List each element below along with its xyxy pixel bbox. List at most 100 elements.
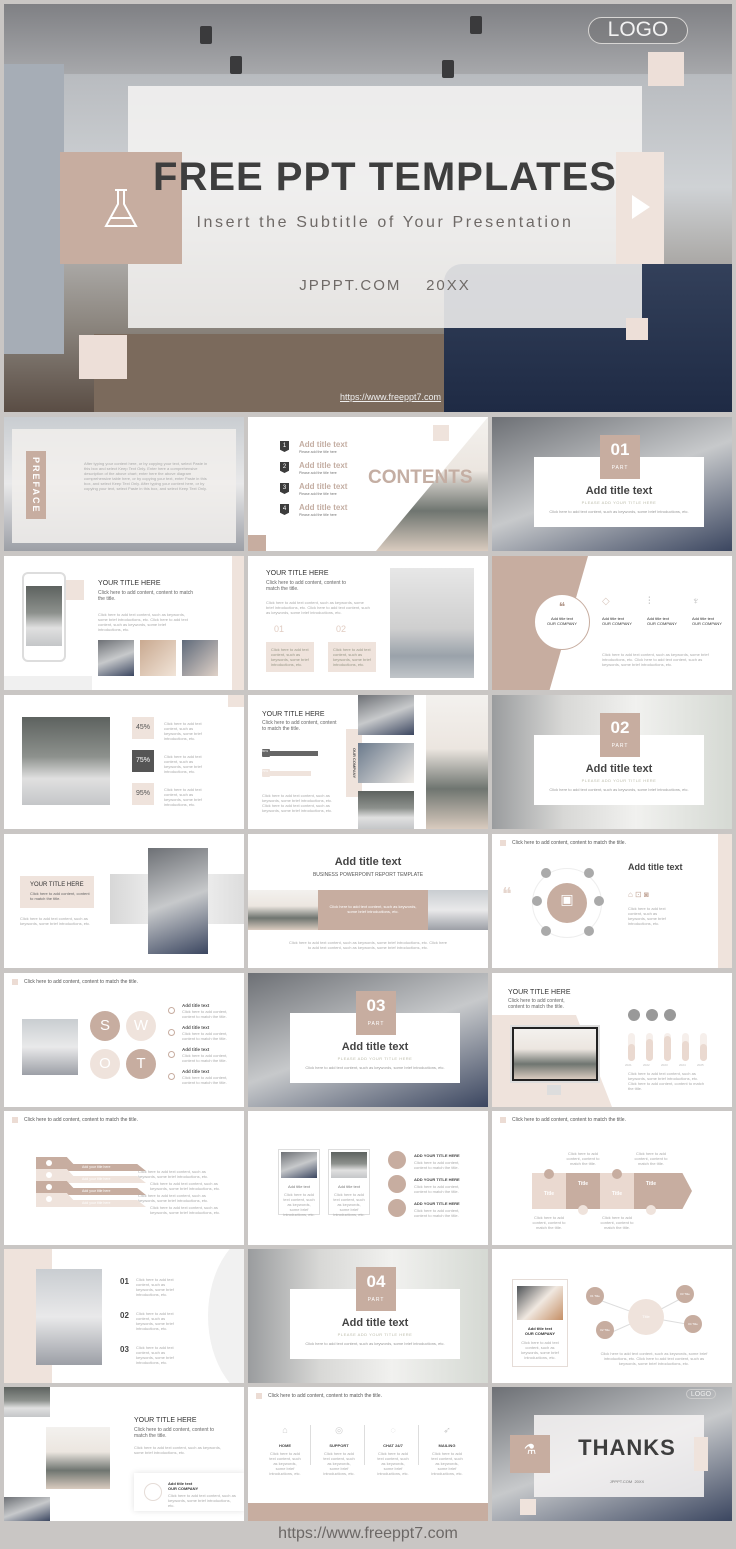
swot-circle-t: T xyxy=(126,1049,156,1079)
slide-part-03[interactable]: 03 PART Add title text PLEASE ADD YOUR TI… xyxy=(248,973,488,1107)
progress-label: 70% xyxy=(262,769,270,777)
percent-desc: Click here to add text content, such as … xyxy=(164,721,202,741)
room-photo xyxy=(148,848,208,954)
number-01: 01 xyxy=(274,624,285,634)
slide-title: YOUR TITLE HERE xyxy=(508,989,571,996)
arrow-head xyxy=(668,1173,692,1209)
slide-list3[interactable]: 01 Click here to add text content, such a… xyxy=(4,1249,244,1383)
percent-desc: Click here to add text content, such as … xyxy=(164,787,202,807)
slide-social[interactable]: Click here to add content, content to ma… xyxy=(492,834,732,968)
slide-yoga[interactable]: YOUR TITLE HERE Click here to add conten… xyxy=(4,1387,244,1521)
puzzle-icon xyxy=(578,1205,588,1215)
year: 20XX xyxy=(634,1479,645,1484)
puzzle-desc: Click here to add content, content to ma… xyxy=(532,1215,566,1230)
puzzle-piece xyxy=(566,1173,600,1209)
text-box: Click here to add text content, such as … xyxy=(266,642,314,672)
twitter-icon[interactable] xyxy=(594,896,604,906)
contents-item-title[interactable]: Add title text xyxy=(299,482,347,491)
bedroom-photo xyxy=(390,568,474,678)
slide-part-04[interactable]: 04 PART Add title text PLEASE ADD YOUR TI… xyxy=(248,1249,488,1383)
card-title: Add title text xyxy=(287,1184,310,1189)
chart-icon xyxy=(646,1009,658,1021)
header-square xyxy=(12,979,18,985)
slide-part-01[interactable]: 01 PART Add title text PLEASE ADD YOUR TI… xyxy=(492,417,732,551)
slide-collage[interactable]: YOUR TITLE HERE Click here to add conten… xyxy=(4,834,244,968)
list-desc: Click here to add text content, such as … xyxy=(136,1277,174,1297)
photo-card: Add title text Click here to add text co… xyxy=(328,1149,370,1217)
slide-company[interactable]: ❝ Add title text OUR COMPANY ◇ ⫶ ♆ Add ti… xyxy=(492,556,732,690)
arrow-label: Add your title here xyxy=(82,1201,111,1205)
item-desc: Click here to add content, content to ma… xyxy=(414,1160,460,1170)
slide-thanks[interactable]: ⚗ LOGO THANKS JPPPT.COM 20XX xyxy=(492,1387,732,1521)
service-label[interactable]: CHAT 24/7 xyxy=(370,1443,416,1448)
slide-arrows[interactable]: Click here to add content, content to ma… xyxy=(4,1111,244,1245)
slide-puzzle[interactable]: Click here to add content, content to ma… xyxy=(492,1111,732,1245)
pill-fill xyxy=(646,1039,653,1061)
card-desc: Click here to add text content, such as … xyxy=(283,1192,315,1217)
slide-part-02[interactable]: 02 PART Add title text PLEASE ADD YOUR TI… xyxy=(492,695,732,829)
service-label[interactable]: MAILING xyxy=(424,1443,470,1448)
support-icon: ◎ xyxy=(335,1425,343,1435)
text-box: Click here to add text content, such as … xyxy=(328,642,376,672)
slide-header: Click here to add content, content to ma… xyxy=(512,1117,626,1123)
monitor-stand xyxy=(547,1085,561,1095)
social-icon[interactable] xyxy=(584,926,594,936)
slide-swot[interactable]: Click here to add content, content to ma… xyxy=(4,973,244,1107)
sliders-icon: ⫶ xyxy=(648,596,651,607)
divider xyxy=(364,1425,365,1465)
slide-subtitle: Click here to add content, content to ma… xyxy=(98,590,194,602)
slide-services[interactable]: Click here to add content, content to ma… xyxy=(248,1387,488,1521)
slide-cards[interactable]: Add title text Click here to add text co… xyxy=(248,1111,488,1245)
arrow-label: Add your title here xyxy=(82,1189,111,1193)
slide-title: YOUR TITLE HERE xyxy=(30,882,84,888)
swot-item-title: Add title text xyxy=(182,1047,210,1052)
slide-header: Click here to add content, content to ma… xyxy=(24,1117,138,1123)
contents-item-title[interactable]: Add title text xyxy=(299,461,347,470)
social-icon[interactable] xyxy=(541,926,551,936)
slide-monitor[interactable]: YOUR TITLE HERE Click here to add conten… xyxy=(492,973,732,1107)
yoga-photo xyxy=(426,695,488,829)
contents-item-title[interactable]: Add title text xyxy=(299,503,347,512)
facebook-icon[interactable] xyxy=(584,868,594,878)
col-sub-text: OUR COMPANY xyxy=(692,621,722,626)
slide-phone[interactable]: YOUR TITLE HERE Click here to add conten… xyxy=(4,556,244,690)
social-icon[interactable] xyxy=(532,896,542,906)
mail-icon xyxy=(144,1483,162,1501)
social-icon[interactable] xyxy=(541,868,551,878)
slide-contents[interactable]: CONTENTS 1 Add title text Please add the t… xyxy=(248,417,488,551)
slide-progress[interactable]: YOUR TITLE HERE Click here to add conten… xyxy=(248,695,488,829)
slide-body: Click here to add text content, such as … xyxy=(628,1071,705,1091)
quote-icon: ❝ xyxy=(558,600,566,614)
bedroom-photo xyxy=(22,717,110,805)
slide-numbered[interactable]: YOUR TITLE HERE Click here to add conten… xyxy=(248,556,488,690)
slide-network[interactable]: Add title text OUR COMPANY Click here to … xyxy=(492,1249,732,1383)
slide-subtitle: BUSINESS POWERPOINT REPORT TEMPLATE xyxy=(312,872,424,878)
swot-item-title: Add title text xyxy=(182,1003,210,1008)
service-label[interactable]: HOME xyxy=(262,1443,308,1448)
slide-header: Click here to add content, content to ma… xyxy=(24,979,138,985)
footer-url-link[interactable]: https://www.freeppt7.com xyxy=(0,1525,736,1543)
accent-strip xyxy=(718,834,732,968)
part-subtitle: PLEASE ADD YOUR TITLE HERE xyxy=(337,1332,413,1337)
puzzle-title: Title xyxy=(543,1191,555,1197)
hero-url-link[interactable]: https://www.freeppt7.com xyxy=(340,392,441,402)
slide-report[interactable]: Add title text BUSINESS POWERPOINT REPOR… xyxy=(248,834,488,968)
preface-label: PREFACE xyxy=(31,456,41,514)
slide-preface[interactable]: PREFACE After typing your content here, … xyxy=(4,417,244,551)
service-label[interactable]: SUPPORT xyxy=(316,1443,362,1448)
bedroom-photo xyxy=(22,1019,78,1075)
clock-icon xyxy=(46,1172,52,1178)
document-icon xyxy=(388,1199,406,1217)
slide-percents[interactable]: 45% 75% 95% Click here to add text conte… xyxy=(4,695,244,829)
quote-icon: ❝ xyxy=(502,884,512,904)
list-desc: Click here to add text content, such as … xyxy=(136,1345,174,1365)
slide-body: Click here to add text content, such as … xyxy=(262,793,333,813)
chat-icon: ▣ xyxy=(560,891,574,907)
swot-item-desc: Click here to add content, content to ma… xyxy=(182,1031,228,1041)
number-02: 02 xyxy=(336,624,347,634)
decor-square xyxy=(433,425,449,441)
slide-title: YOUR TITLE HERE xyxy=(98,580,161,587)
chart-icon xyxy=(628,1009,640,1021)
contents-item-title[interactable]: Add title text xyxy=(299,440,347,449)
puzzle-title: Title xyxy=(611,1191,623,1197)
